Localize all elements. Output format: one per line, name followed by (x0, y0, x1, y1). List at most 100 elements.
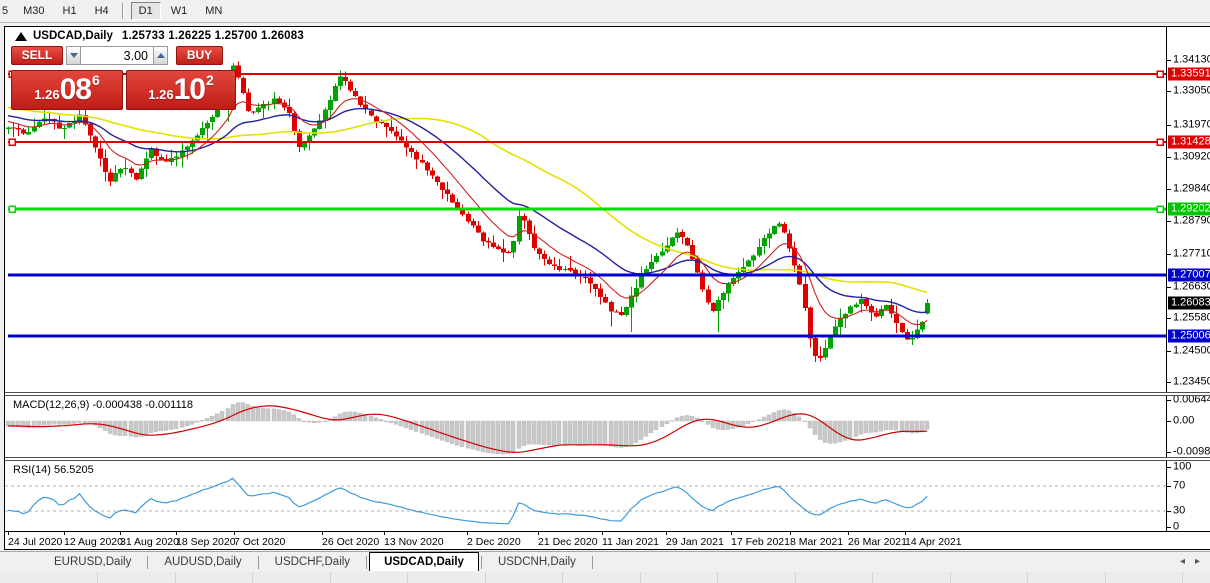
status-cell-divider (97, 572, 98, 583)
timeframe-button-m30[interactable]: M30 (15, 2, 52, 20)
sell-button[interactable]: SELL (11, 46, 63, 65)
axis-label: 1.28790 (1173, 215, 1210, 228)
status-cell-divider (252, 572, 253, 583)
tab-usdcnh[interactable]: USDCNH,Daily (484, 554, 590, 571)
status-cell-divider (330, 572, 331, 583)
timeframe-button-d1[interactable]: D1 (131, 2, 161, 20)
axis-tick (1167, 189, 1171, 190)
time-axis-label: 26 Oct 2020 (322, 536, 379, 548)
axis-tick (1167, 527, 1171, 528)
buy-button[interactable]: BUY (176, 46, 223, 65)
time-axis-label: 31 Aug 2020 (120, 536, 179, 548)
tab-eurusd[interactable]: EURUSD,Daily (40, 554, 145, 571)
time-axis-label: 11 Jan 2021 (602, 536, 659, 548)
buy-price-pipette: 2 (206, 72, 214, 88)
line-handle-marker (1157, 139, 1163, 145)
axis-tick (1167, 287, 1171, 288)
axis-label: 1.33050 (1173, 85, 1210, 98)
status-cell-divider (562, 572, 563, 583)
line-handle-marker (1157, 206, 1163, 212)
status-cell-divider (407, 572, 408, 583)
volume-increase-button[interactable] (153, 46, 168, 65)
tab-separator (366, 556, 367, 569)
pane-splitter-macd[interactable] (5, 392, 1210, 396)
tab-usdcad[interactable]: USDCAD,Daily (369, 552, 479, 571)
chart-window: 1.341301.335911.330501.319701.314281.309… (4, 26, 1210, 550)
time-axis-tick (790, 532, 791, 535)
volume-input[interactable] (81, 46, 153, 65)
sell-price-pipette: 6 (92, 72, 100, 88)
price-level-badge: 1.31428 (1168, 136, 1210, 149)
time-axis-tick (234, 532, 235, 535)
tab-audusd[interactable]: AUDUSD,Daily (150, 554, 255, 571)
axis-label: 1.31970 (1173, 119, 1210, 132)
tab-separator (258, 556, 259, 569)
sell-price-prefix: 1.26 (34, 87, 59, 102)
macd-indicator-label: MACD(12,26,9) -0.000438 -0.001118 (13, 399, 193, 411)
sell-price-display[interactable]: 1.26086 (11, 70, 123, 110)
timeframe-button-h1[interactable]: H1 (55, 2, 85, 20)
axis-label: 1.34130 (1173, 54, 1210, 67)
axis-label: 1.23450 (1173, 376, 1210, 389)
time-axis-tick (905, 532, 906, 535)
price-level-badge: 1.26083 (1168, 297, 1210, 310)
time-axis-tick (384, 532, 385, 535)
chart-tab-bar: EURUSD,Daily AUDUSD,Daily USDCHF,Daily USDC… (0, 551, 1210, 572)
axis-tick (1167, 467, 1171, 468)
axis-tick (1167, 452, 1171, 453)
axis-label: 1.30920 (1173, 151, 1210, 164)
rsi-pane[interactable] (5, 461, 1166, 531)
volume-decrease-button[interactable] (66, 46, 81, 65)
line-handle-marker (1157, 71, 1163, 77)
status-cell-divider (717, 572, 718, 583)
axis-tick (1167, 60, 1171, 61)
time-axis-label: 17 Feb 2021 (731, 536, 790, 548)
mt4-terminal: 5M30H1H4D1W1MN 1.341301.335911.330501.31… (0, 0, 1210, 583)
timeframe-button-mn[interactable]: MN (197, 2, 230, 20)
line-handle-marker (9, 139, 15, 145)
line-handle-marker (9, 206, 15, 212)
status-cell-divider (175, 572, 176, 583)
status-strip (0, 572, 1210, 583)
pane-splitter-rsi[interactable] (5, 457, 1210, 461)
timeframe-button-h4[interactable]: H4 (87, 2, 117, 20)
time-axis-label: 21 Dec 2020 (538, 536, 598, 548)
axis-label: 100 (1173, 461, 1191, 474)
time-axis-label: 14 Apr 2021 (905, 536, 962, 548)
axis-tick (1167, 254, 1171, 255)
tab-usdchf[interactable]: USDCHF,Daily (261, 554, 364, 571)
time-axis-label: 29 Jan 2021 (666, 536, 724, 548)
ma-slow-line (8, 107, 927, 292)
tab-scroll-controls: ◂ ▸ (1180, 556, 1200, 568)
time-axis[interactable]: 24 Jul 202012 Aug 202031 Aug 202018 Sep … (5, 531, 1210, 549)
time-axis-label: 7 Oct 2020 (234, 536, 285, 548)
time-axis-tick (120, 532, 121, 535)
chart-legend: USDCAD,Daily 1.25733 1.26225 1.25700 1.2… (15, 30, 304, 42)
timeframe-button-w1[interactable]: W1 (163, 2, 196, 20)
time-axis-label: 8 Mar 2021 (790, 536, 843, 548)
axis-tick (1167, 400, 1171, 401)
status-cell-divider (1105, 572, 1106, 583)
ma-fast-line (8, 99, 927, 325)
status-cell-divider (640, 572, 641, 583)
tab-separator (147, 556, 148, 569)
time-axis-label: 26 Mar 2021 (848, 536, 907, 548)
time-axis-tick (538, 532, 539, 535)
timeframe-button-5[interactable]: 5 (0, 2, 13, 20)
buy-price-display[interactable]: 1.26102 (126, 70, 236, 110)
axis-tick (1167, 157, 1171, 158)
toolbar-separator (122, 3, 124, 19)
axis-label: 1.26630 (1173, 281, 1210, 294)
time-axis-tick (731, 532, 732, 535)
time-axis-tick (666, 532, 667, 535)
tab-scroll-right-button[interactable]: ▸ (1195, 556, 1200, 568)
axis-tick (1167, 421, 1171, 422)
status-cell-divider (485, 572, 486, 583)
axis-label: 1.29840 (1173, 183, 1210, 196)
price-axis[interactable]: 1.341301.335911.330501.319701.314281.309… (1166, 27, 1210, 531)
time-axis-label: 18 Sep 2020 (176, 536, 236, 548)
tab-scroll-left-button[interactable]: ◂ (1180, 556, 1185, 568)
time-axis-tick (322, 532, 323, 535)
time-axis-label: 2 Dec 2020 (467, 536, 521, 548)
time-axis-tick (602, 532, 603, 535)
